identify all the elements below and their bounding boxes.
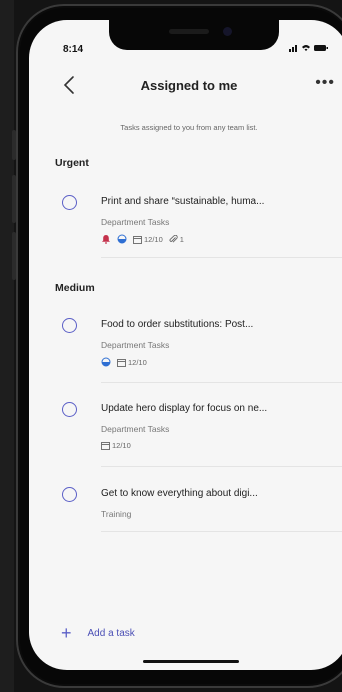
signal-wifi-battery-icon	[289, 45, 328, 52]
divider	[101, 466, 342, 467]
calendar-icon	[133, 235, 142, 244]
calendar-icon	[101, 442, 110, 450]
due-date-text: 12/10	[144, 234, 163, 244]
task-list-name: Training	[101, 509, 132, 519]
app-screen: 8:14 Assigned to me ••• Tasks assigned t…	[29, 20, 342, 670]
attachment-count: 1	[169, 234, 184, 244]
task-meta: 12/10	[101, 357, 147, 367]
home-indicator	[143, 660, 239, 663]
task-complete-checkbox[interactable]	[62, 318, 77, 333]
phone-side-button	[12, 232, 16, 280]
divider	[101, 382, 342, 383]
due-date: 12/10	[101, 441, 131, 450]
phone-side-button	[12, 175, 16, 223]
divider	[101, 531, 342, 532]
half-progress-icon	[101, 357, 111, 367]
task-title: Food to order substitutions: Post...	[101, 319, 254, 330]
task-meta: 12/10 1	[101, 234, 184, 244]
urgent-bell-icon	[101, 234, 111, 244]
plus-icon: +	[61, 623, 72, 643]
page-subtitle: Tasks assigned to you from any team list…	[120, 123, 258, 132]
add-task-label: Add a task	[87, 627, 135, 639]
phone-side-button	[12, 130, 16, 160]
task-complete-checkbox[interactable]	[62, 402, 77, 417]
calendar-icon	[117, 358, 126, 367]
task-title: Print and share “sustainable, huma...	[101, 196, 265, 207]
task-complete-checkbox[interactable]	[62, 195, 77, 210]
more-options-icon[interactable]: •••	[315, 74, 335, 92]
due-date: 12/10	[133, 235, 163, 244]
section-heading-urgent: Urgent	[55, 157, 89, 169]
status-time: 8:14	[63, 44, 84, 55]
task-meta: 12/10	[101, 441, 131, 450]
due-date: 12/10	[117, 358, 147, 367]
task-complete-checkbox[interactable]	[62, 487, 77, 502]
due-date-text: 12/10	[128, 357, 147, 367]
task-item[interactable]: Print and share “sustainable, huma... De…	[51, 195, 342, 258]
add-task-button[interactable]: + Add a task	[61, 624, 135, 642]
paperclip-icon	[169, 234, 178, 243]
task-list-name: Department Tasks	[101, 340, 170, 350]
task-list-name: Department Tasks	[101, 424, 170, 434]
notch	[109, 20, 279, 50]
task-list-name: Department Tasks	[101, 217, 170, 227]
page-title: Assigned to me	[140, 78, 238, 93]
front-camera	[223, 27, 232, 36]
task-title: Get to know everything about digi...	[101, 488, 258, 499]
task-item[interactable]: Update hero display for focus on ne... D…	[51, 402, 342, 467]
background-strip	[0, 0, 14, 692]
section-heading-medium: Medium	[55, 282, 95, 294]
divider	[101, 257, 342, 258]
task-item[interactable]: Food to order substitutions: Post... Dep…	[51, 318, 342, 383]
task-title: Update hero display for focus on ne...	[101, 403, 268, 414]
speaker	[169, 29, 209, 34]
task-item[interactable]: Get to know everything about digi... Tra…	[51, 487, 342, 532]
due-date-text: 12/10	[112, 441, 131, 450]
half-progress-icon	[117, 234, 127, 244]
attachment-count-text: 1	[179, 234, 184, 244]
status-icons	[289, 43, 329, 55]
